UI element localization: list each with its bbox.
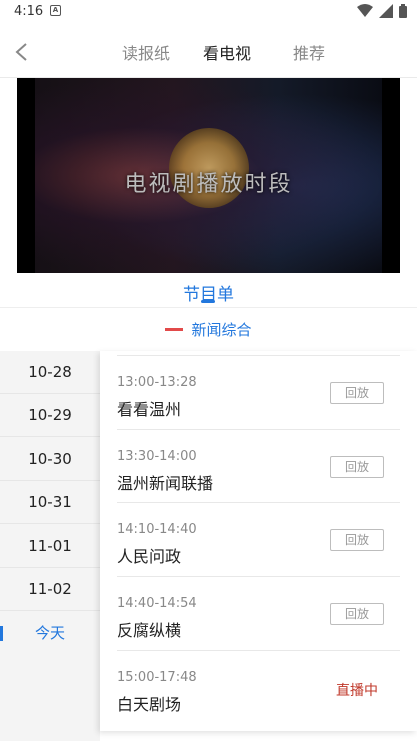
program-time: 14:10-14:40 bbox=[117, 522, 197, 537]
replay-button[interactable]: 回放 bbox=[330, 456, 384, 478]
date-item[interactable]: 10-31 bbox=[0, 481, 100, 524]
program-time: 15:00-17:48 bbox=[117, 670, 197, 685]
back-arrow-icon[interactable] bbox=[14, 42, 28, 62]
status-time: 4:16 bbox=[14, 4, 44, 19]
replay-button[interactable]: 回放 bbox=[330, 382, 384, 404]
battery-icon bbox=[399, 4, 407, 18]
date-item-today[interactable]: 今天 bbox=[0, 612, 100, 655]
program-item[interactable]: 13:30-14:00 温州新闻联播 回放 bbox=[117, 429, 400, 503]
status-bar: 4:16 A bbox=[0, 0, 417, 24]
video-overlay-title: 电视剧播放时段 bbox=[124, 172, 293, 197]
program-item[interactable]: 15:00-17:48 白天剧场 直播中 bbox=[117, 650, 400, 724]
channel-name: 新闻综合 bbox=[191, 321, 252, 339]
date-item[interactable]: 10-28 bbox=[0, 351, 100, 394]
divider bbox=[0, 307, 417, 308]
date-item[interactable]: 11-01 bbox=[0, 525, 100, 568]
tab-tv[interactable]: 看电视 bbox=[203, 40, 251, 64]
program-name: 温州新闻联播 bbox=[117, 474, 214, 493]
channel-marker bbox=[165, 328, 184, 331]
program-name: 看看温州 bbox=[117, 400, 182, 419]
program-name: 反腐纵横 bbox=[117, 621, 182, 640]
channel-selector[interactable]: 新闻综合 bbox=[0, 319, 417, 340]
wifi-icon bbox=[357, 4, 373, 17]
active-indicator bbox=[0, 626, 3, 641]
date-list: 10-28 10-29 10-30 10-31 11-01 11-02 今天 bbox=[0, 351, 100, 741]
date-item[interactable]: 10-29 bbox=[0, 394, 100, 437]
date-item[interactable]: 10-30 bbox=[0, 438, 100, 481]
program-time: 13:30-14:00 bbox=[117, 449, 197, 464]
program-list: 13:00-13:28 看看温州 回放 13:30-14:00 温州新闻联播 回… bbox=[100, 351, 417, 731]
program-item[interactable]: 13:00-13:28 看看温州 回放 bbox=[117, 355, 400, 429]
tab-newspaper[interactable]: 读报纸 bbox=[122, 40, 170, 64]
notification-icon: A bbox=[50, 5, 61, 16]
live-status-badge[interactable]: 直播中 bbox=[336, 680, 378, 700]
program-name: 白天剧场 bbox=[117, 695, 182, 714]
program-time: 14:40-14:54 bbox=[117, 596, 197, 611]
program-item[interactable]: 14:40-14:54 反腐纵横 回放 bbox=[117, 576, 400, 650]
date-item-label: 今天 bbox=[34, 624, 65, 642]
video-player[interactable]: 电视剧播放时段 bbox=[17, 78, 400, 273]
replay-button[interactable]: 回放 bbox=[330, 529, 384, 551]
top-navigation: 读报纸 看电视 推荐 bbox=[0, 24, 417, 78]
tab-recommend[interactable]: 推荐 bbox=[293, 40, 325, 64]
program-name: 人民问政 bbox=[117, 547, 182, 566]
system-icons bbox=[357, 4, 407, 18]
program-item[interactable]: 14:10-14:40 人民问政 回放 bbox=[117, 502, 400, 576]
date-item[interactable]: 11-02 bbox=[0, 568, 100, 611]
replay-button[interactable]: 回放 bbox=[330, 603, 384, 625]
signal-icon bbox=[379, 4, 393, 18]
schedule-title-underline bbox=[201, 300, 215, 303]
program-time: 13:00-13:28 bbox=[117, 375, 197, 390]
